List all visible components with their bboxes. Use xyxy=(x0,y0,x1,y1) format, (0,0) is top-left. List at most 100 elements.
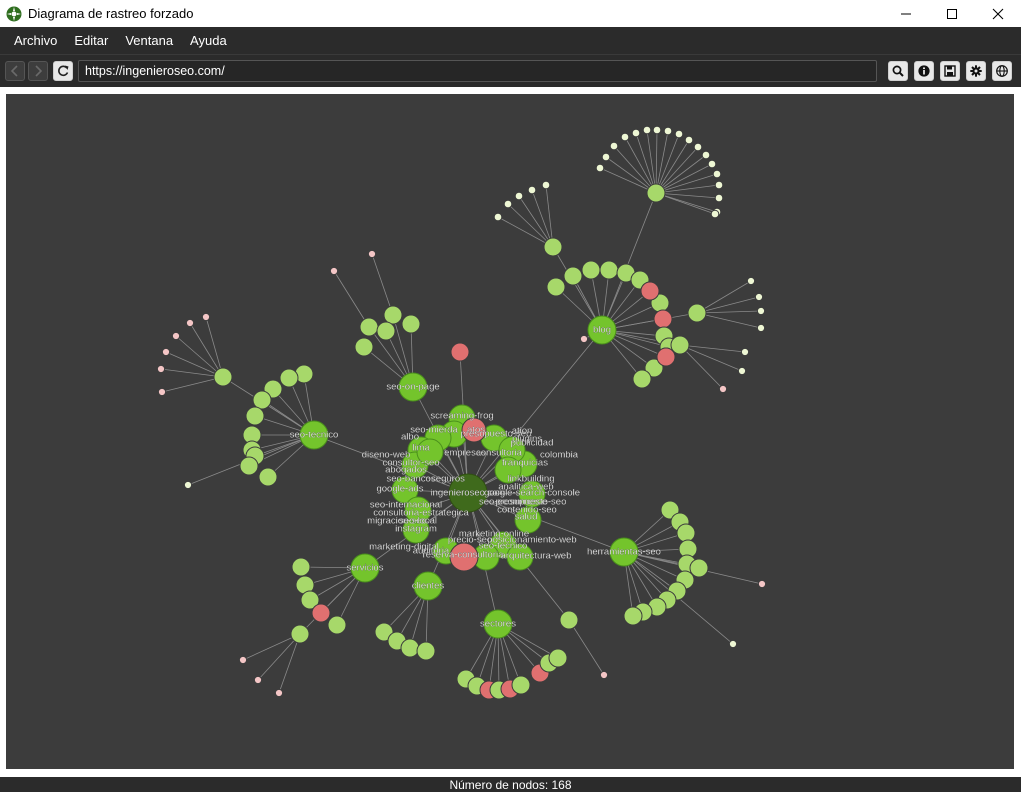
minimize-button[interactable] xyxy=(883,0,929,27)
graph-node[interactable] xyxy=(383,305,403,325)
error-leaf-node[interactable] xyxy=(274,688,284,698)
graph-node[interactable] xyxy=(599,260,619,280)
graph-node[interactable] xyxy=(581,260,601,280)
leaf-node[interactable] xyxy=(631,128,641,138)
leaf-node[interactable] xyxy=(740,347,750,357)
graph-node[interactable] xyxy=(258,467,278,487)
error-leaf-node[interactable] xyxy=(185,318,195,328)
info-icon xyxy=(918,65,930,77)
close-button[interactable] xyxy=(975,0,1021,27)
leaf-node[interactable] xyxy=(620,132,630,142)
error-leaf-node[interactable] xyxy=(579,334,589,344)
leaf-node[interactable] xyxy=(701,150,711,160)
graph-canvas[interactable]: blog seo-on-page seo-tecnico servicios clien… xyxy=(6,94,1014,769)
sub-hub-node[interactable] xyxy=(543,237,563,257)
menu-editar[interactable]: Editar xyxy=(65,33,117,48)
leaf-node[interactable] xyxy=(663,126,673,136)
error-node[interactable] xyxy=(450,342,470,362)
error-node[interactable] xyxy=(653,309,673,329)
error-leaf-node[interactable] xyxy=(201,312,211,322)
leaf-node[interactable] xyxy=(710,209,720,219)
graph-node[interactable] xyxy=(548,648,568,668)
error-node[interactable] xyxy=(656,347,676,367)
leaf-node[interactable] xyxy=(728,639,738,649)
graph-node[interactable] xyxy=(279,368,299,388)
leaf-node[interactable] xyxy=(756,306,766,316)
error-node[interactable] xyxy=(640,281,660,301)
sub-hub-node[interactable] xyxy=(646,183,666,203)
menu-ayuda[interactable]: Ayuda xyxy=(181,33,236,48)
graph-node[interactable] xyxy=(290,624,310,644)
error-leaf-node[interactable] xyxy=(367,249,377,259)
leaf-node[interactable] xyxy=(493,212,503,222)
graph-node[interactable] xyxy=(252,390,272,410)
leaf-node[interactable] xyxy=(642,125,652,135)
graph-node[interactable] xyxy=(687,303,707,323)
graph-node[interactable] xyxy=(416,641,436,661)
leaf-node[interactable] xyxy=(595,163,605,173)
leaf-node[interactable] xyxy=(674,129,684,139)
graph-node[interactable] xyxy=(563,266,583,286)
error-leaf-node[interactable] xyxy=(253,675,263,685)
leaf-node[interactable] xyxy=(754,292,764,302)
leaf-node[interactable] xyxy=(503,199,513,209)
leaf-node[interactable] xyxy=(707,159,717,169)
web-button[interactable] xyxy=(992,61,1012,81)
leaf-node[interactable] xyxy=(183,480,193,490)
graph-node[interactable] xyxy=(359,317,379,337)
leaf-node[interactable] xyxy=(684,135,694,145)
leaf-node[interactable] xyxy=(601,152,611,162)
graph-node[interactable] xyxy=(676,523,696,543)
menu-ventana[interactable]: Ventana xyxy=(116,33,182,48)
graph-node[interactable] xyxy=(354,337,374,357)
info-button[interactable] xyxy=(914,61,934,81)
graph-node[interactable] xyxy=(239,456,259,476)
error-leaf-node[interactable] xyxy=(171,331,181,341)
refresh-button[interactable] xyxy=(53,61,73,81)
graph-node[interactable] xyxy=(632,369,652,389)
error-node[interactable] xyxy=(311,603,331,623)
leaf-node[interactable] xyxy=(714,180,724,190)
error-leaf-node[interactable] xyxy=(757,579,767,589)
error-leaf-node[interactable] xyxy=(157,387,167,397)
leaf-node[interactable] xyxy=(756,323,766,333)
settings-button[interactable] xyxy=(966,61,986,81)
force-graph[interactable]: blog seo-on-page seo-tecnico servicios clien… xyxy=(6,94,1014,769)
graph-node[interactable] xyxy=(689,558,709,578)
graph-node[interactable] xyxy=(213,367,233,387)
error-leaf-node[interactable] xyxy=(329,266,339,276)
error-leaf-node[interactable] xyxy=(161,347,171,357)
leaf-node[interactable] xyxy=(541,180,551,190)
forward-button[interactable] xyxy=(28,61,48,81)
graph-node[interactable] xyxy=(327,615,347,635)
graph-node[interactable] xyxy=(623,606,643,626)
error-leaf-node[interactable] xyxy=(238,655,248,665)
menu-archivo[interactable]: Archivo xyxy=(5,33,66,48)
error-leaf-node[interactable] xyxy=(599,670,609,680)
maximize-button[interactable] xyxy=(929,0,975,27)
graph-node[interactable] xyxy=(376,321,396,341)
graph-node[interactable] xyxy=(511,675,531,695)
leaf-node[interactable] xyxy=(527,185,537,195)
leaf-node[interactable] xyxy=(693,142,703,152)
url-field[interactable]: https://ingenieroseo.com/ xyxy=(78,60,877,82)
leaf-node[interactable] xyxy=(609,141,619,151)
error-leaf-node[interactable] xyxy=(718,384,728,394)
back-button[interactable] xyxy=(5,61,25,81)
leaf-node[interactable] xyxy=(714,193,724,203)
leaf-node[interactable] xyxy=(712,169,722,179)
leaf-node[interactable] xyxy=(746,276,756,286)
leaf-node[interactable] xyxy=(652,125,662,135)
leaf-node[interactable] xyxy=(514,191,524,201)
graph-node[interactable] xyxy=(291,557,311,577)
graph-node[interactable] xyxy=(546,277,566,297)
save-button[interactable] xyxy=(940,61,960,81)
search-button[interactable] xyxy=(888,61,908,81)
graph-node[interactable] xyxy=(559,610,579,630)
graph-node[interactable] xyxy=(245,406,265,426)
graph-node[interactable] xyxy=(670,335,690,355)
graph-node[interactable] xyxy=(400,638,420,658)
leaf-node[interactable] xyxy=(737,366,747,376)
graph-node[interactable] xyxy=(401,314,421,334)
error-leaf-node[interactable] xyxy=(156,364,166,374)
